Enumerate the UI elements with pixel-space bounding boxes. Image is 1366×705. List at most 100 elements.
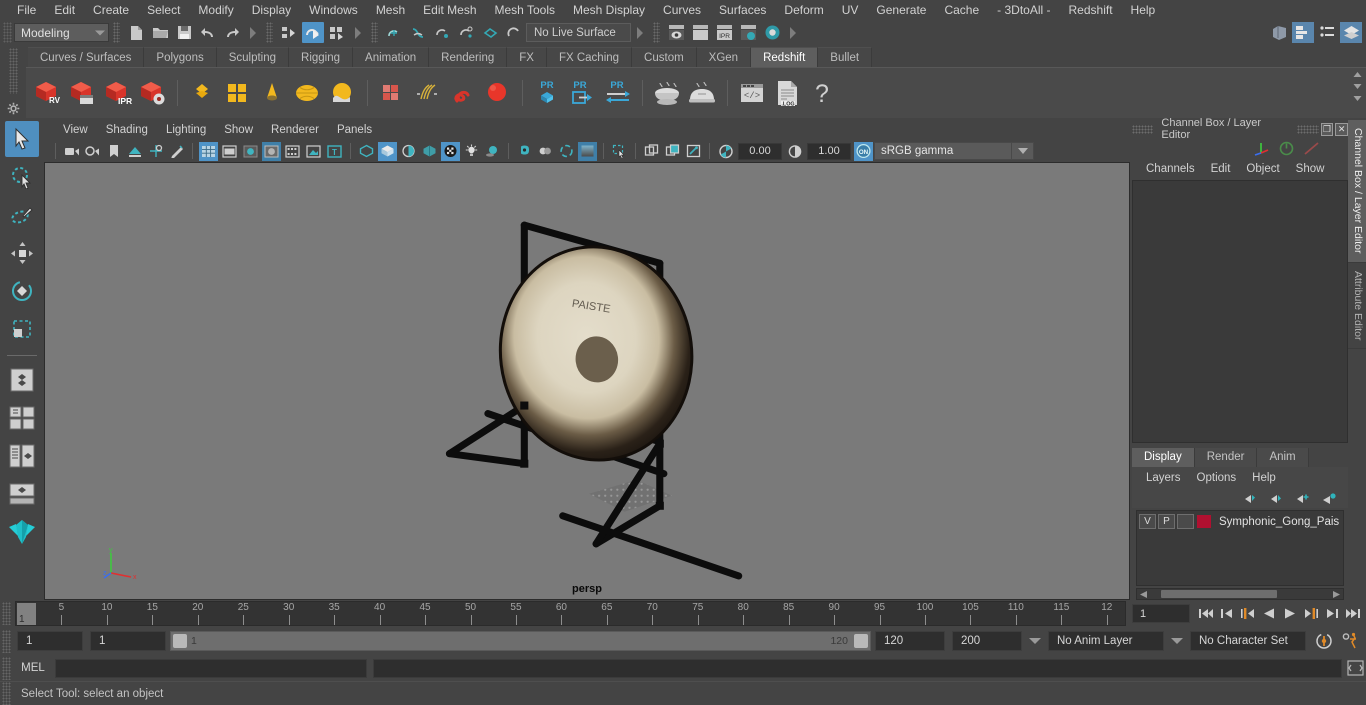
channel-box-menu-channels[interactable]: Channels <box>1138 163 1203 175</box>
two-d-pan-zoom-icon[interactable] <box>146 142 165 161</box>
menu-display[interactable]: Display <box>243 0 300 20</box>
layer-name[interactable]: Symphonic_Gong_Pais <box>1219 516 1339 528</box>
range-end-field[interactable]: 120 <box>875 631 945 651</box>
statusline-grip-3[interactable] <box>266 22 273 43</box>
channel-box-menu-edit[interactable]: Edit <box>1203 163 1239 175</box>
wireframe-shading-icon[interactable] <box>199 141 218 161</box>
xray-shading-circle-icon[interactable] <box>557 142 576 161</box>
shelf-button-redshift-bake-1[interactable] <box>650 78 684 108</box>
exposure-icon[interactable] <box>716 142 735 161</box>
scroll-left-icon[interactable] <box>1139 590 1149 599</box>
shelf-menu-icon[interactable] <box>1350 93 1364 104</box>
shelf-scroll-down-icon[interactable] <box>1350 81 1364 92</box>
menu-generate[interactable]: Generate <box>867 0 935 20</box>
isolate-select-icon[interactable] <box>515 142 534 161</box>
color-management-toggle[interactable]: ON <box>854 141 873 161</box>
viewport-snapshot-icon[interactable] <box>684 142 703 161</box>
diagonal-slash-icon[interactable] <box>1303 141 1320 156</box>
statusline-grip[interactable] <box>3 22 12 43</box>
shelf-button-redshift-dome-light[interactable] <box>290 78 324 108</box>
shelf-tab-fx-caching[interactable]: FX Caching <box>546 47 633 67</box>
statusline-grip-5[interactable] <box>653 22 660 43</box>
shelf-tab-bullet[interactable]: Bullet <box>818 47 873 67</box>
tool-lasso-select[interactable] <box>5 159 39 195</box>
image-plane-icon[interactable] <box>125 142 144 161</box>
move-layer-up-icon[interactable] <box>1244 492 1260 505</box>
show-hide-modeling-toolkit-button[interactable] <box>1268 22 1290 43</box>
grease-pencil-icon[interactable] <box>167 142 186 161</box>
shelf-button-redshift-render-sequence[interactable] <box>65 78 99 108</box>
command-language-label[interactable]: MEL <box>11 662 55 674</box>
help-line-grip[interactable] <box>2 682 11 705</box>
range-slider-left-handle[interactable] <box>173 634 187 648</box>
go-to-end-button[interactable] <box>1343 604 1362 624</box>
layer-row[interactable]: V P Symphonic_Gong_Pais <box>1139 513 1341 530</box>
tool-rotate[interactable] <box>5 273 39 309</box>
shelf-button-redshift-proxy[interactable] <box>375 78 409 108</box>
statusline-collapse-arrow-3[interactable] <box>637 26 643 39</box>
live-surface-field[interactable]: No Live Surface <box>526 23 631 42</box>
anim-end-field[interactable]: 200 <box>952 631 1022 651</box>
smooth-shade-all-icon[interactable] <box>220 142 239 161</box>
range-slider-grip[interactable] <box>2 629 11 653</box>
menu-help[interactable]: Help <box>1122 0 1165 20</box>
command-line-grip[interactable] <box>2 656 11 680</box>
show-hide-attribute-editor-button[interactable] <box>1292 22 1314 43</box>
anim-layer-dropdown-arrow[interactable] <box>1171 638 1183 644</box>
tool-paint-select[interactable] <box>5 197 39 233</box>
channel-box-menu-object[interactable]: Object <box>1238 163 1287 175</box>
viewport-menu-panels[interactable]: Panels <box>328 120 381 140</box>
layer-menu-options[interactable]: Options <box>1189 472 1245 484</box>
viewport-menu-show[interactable]: Show <box>215 120 262 140</box>
time-slider-grip[interactable] <box>2 602 11 625</box>
tool-single-perspective-layout[interactable] <box>5 476 39 512</box>
shelf-options-gear-icon[interactable] <box>3 98 23 118</box>
menu-file[interactable]: File <box>8 0 45 20</box>
shelf-tab-rigging[interactable]: Rigging <box>289 47 354 67</box>
snap-to-point-button[interactable] <box>431 22 453 43</box>
layer-tab-anim[interactable]: Anim <box>1257 448 1309 467</box>
render-current-frame-button[interactable] <box>665 22 687 43</box>
layer-color-swatch[interactable] <box>1196 514 1212 529</box>
use-all-lights-icon[interactable] <box>304 142 323 161</box>
gradient-background-icon[interactable] <box>578 141 597 161</box>
shelf-button-redshift-material[interactable] <box>185 78 219 108</box>
motion-trail-icon[interactable] <box>536 142 555 161</box>
statusline-grip-4[interactable] <box>371 22 378 43</box>
exposure-value-field[interactable]: 0.00 <box>738 142 782 160</box>
menu-select[interactable]: Select <box>138 0 189 20</box>
shelf-tab-xgen[interactable]: XGen <box>696 47 752 67</box>
marquee-select-icon[interactable] <box>610 142 629 161</box>
menu-create[interactable]: Create <box>84 0 138 20</box>
create-new-layer-icon[interactable] <box>1296 492 1312 505</box>
layer-playback-toggle[interactable]: P <box>1158 514 1175 529</box>
xray-joints-icon[interactable] <box>399 142 418 161</box>
menu-edit[interactable]: Edit <box>45 0 84 20</box>
tool-scale[interactable] <box>5 311 39 347</box>
shelf-button-redshift-rv[interactable]: RV <box>30 78 64 108</box>
shelf-button-redshift-ies-light[interactable] <box>325 78 359 108</box>
xray-active-components-icon[interactable] <box>420 142 439 161</box>
viewport-checker-icon[interactable] <box>441 141 460 161</box>
display-layer-list[interactable]: V P Symphonic_Gong_Pais <box>1136 510 1344 586</box>
menu-3dtoall[interactable]: - 3DtoAll - <box>988 0 1059 20</box>
step-back-frame-button[interactable] <box>1238 604 1257 624</box>
playback-options-arrow[interactable] <box>1029 638 1041 644</box>
viewport-menu-shading[interactable]: Shading <box>97 120 157 140</box>
shelf-button-redshift-render-settings[interactable] <box>135 78 169 108</box>
tool-select[interactable] <box>5 121 39 157</box>
go-to-start-button[interactable] <box>1196 604 1215 624</box>
panel-grip-2[interactable] <box>1297 124 1319 134</box>
menu-uv[interactable]: UV <box>833 0 868 20</box>
layer-tab-display[interactable]: Display <box>1132 448 1195 467</box>
vtab-attribute-editor[interactable]: Attribute Editor <box>1348 262 1366 349</box>
command-input-field[interactable] <box>55 658 367 678</box>
step-forward-frame-button[interactable] <box>1301 604 1320 624</box>
show-hide-channel-box-button[interactable] <box>1340 22 1362 43</box>
open-scene-button[interactable] <box>149 22 171 43</box>
tool-move[interactable] <box>5 235 39 271</box>
shelf-tab-redshift[interactable]: Redshift <box>751 47 819 67</box>
select-by-component-type-button[interactable] <box>326 22 348 43</box>
circle-gauge-icon[interactable] <box>1278 141 1295 156</box>
shelf-button-redshift-hair[interactable] <box>410 78 444 108</box>
